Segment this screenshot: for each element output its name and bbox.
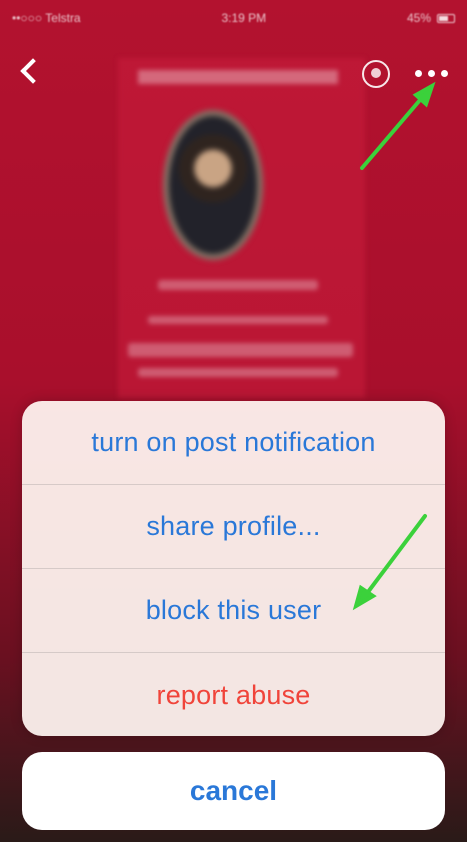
- time-text: 3:19 PM: [221, 11, 267, 25]
- app-screen: ••○○○ Telstra 3:19 PM 45% turn on post n…: [0, 0, 467, 842]
- turn-on-post-notification-button[interactable]: turn on post notification: [22, 401, 445, 485]
- stats-placeholder: [128, 343, 353, 357]
- annotation-arrow-more: [360, 98, 422, 170]
- more-dot: [415, 70, 422, 77]
- avatar: [163, 110, 263, 260]
- report-abuse-button[interactable]: report abuse: [22, 653, 445, 736]
- battery-icon: [437, 13, 455, 23]
- annotation-arrowhead-more: [412, 81, 436, 108]
- meta-placeholder: [148, 316, 328, 324]
- more-dot: [428, 70, 435, 77]
- more-icon[interactable]: [415, 70, 448, 77]
- cancel-button[interactable]: cancel: [22, 752, 445, 830]
- status-left: ••○○○ Telstra: [12, 11, 81, 25]
- status-bar: ••○○○ Telstra 3:19 PM 45%: [0, 0, 467, 36]
- stats-label-placeholder: [138, 368, 338, 377]
- share-profile-button[interactable]: share profile...: [22, 485, 445, 569]
- more-dot: [441, 70, 448, 77]
- block-user-button[interactable]: block this user: [22, 569, 445, 653]
- profile-header-placeholder: [138, 70, 338, 84]
- carrier-text: ••○○○ Telstra: [12, 11, 81, 25]
- status-right: 45%: [407, 11, 455, 25]
- notify-circle-icon[interactable]: [362, 60, 390, 88]
- action-sheet: turn on post notification share profile.…: [22, 401, 445, 736]
- battery-text: 45%: [406, 11, 431, 25]
- back-icon[interactable]: [20, 58, 46, 84]
- username-placeholder: [158, 280, 318, 290]
